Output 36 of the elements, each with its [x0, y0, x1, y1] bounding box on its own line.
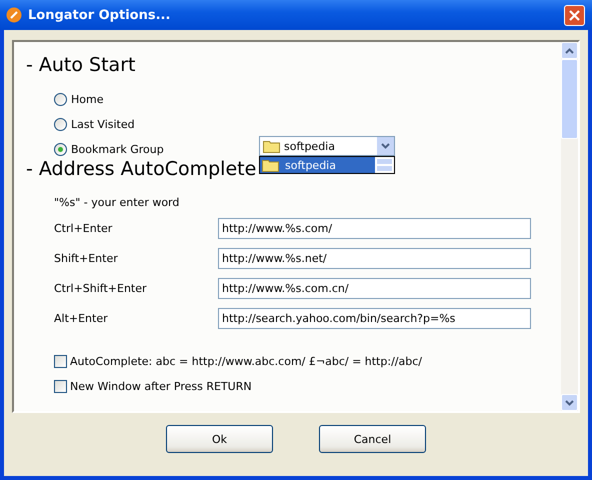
dialog-button[interactable]: Ok	[166, 425, 273, 453]
shortcut-label: Shift+Enter	[54, 252, 119, 264]
radio-label: Home	[71, 93, 104, 106]
checkbox-label: New Window after Press RETURN	[70, 380, 252, 393]
dropdown-item[interactable]: softpedia	[260, 157, 375, 173]
scroll-up-icon[interactable]	[561, 42, 578, 59]
url-template-field[interactable]: http://search.yahoo.com/bin/search?p=%s	[218, 308, 531, 328]
section-heading: - Address AutoComplete	[26, 158, 256, 180]
scroll-down-icon[interactable]	[561, 394, 578, 411]
hint-text: "%s" - your enter word	[54, 196, 180, 209]
checkbox[interactable]	[54, 380, 67, 393]
url-template-field[interactable]: http://www.%s.net/	[218, 248, 531, 268]
shortcut-label: Alt+Enter	[54, 312, 109, 324]
close-icon[interactable]	[569, 10, 580, 20]
checkbox[interactable]	[54, 355, 67, 368]
close-button[interactable]	[564, 4, 585, 26]
dropdown-value: softpedia	[284, 140, 336, 152]
scroll-thumb[interactable]	[561, 59, 578, 139]
window-title: Longator Options...	[28, 8, 172, 22]
app-icon	[6, 7, 22, 23]
url-template-field[interactable]: http://www.%s.com.cn/	[218, 278, 531, 298]
radio-label: Bookmark Group	[71, 143, 164, 156]
radio-label: Last Visited	[71, 118, 135, 131]
radio-button[interactable]	[54, 93, 67, 106]
checkbox-label: AutoComplete: abc = http://www.abc.com/ £¬abc/ = http://abc/	[70, 355, 422, 368]
scrollbar[interactable]	[561, 42, 578, 411]
radio-button[interactable]	[54, 143, 67, 156]
folder-icon	[262, 158, 279, 172]
shortcut-label: Ctrl+Enter	[54, 222, 114, 234]
dialog-button[interactable]: Cancel	[319, 425, 426, 453]
url-template-field[interactable]: http://www.%s.com/	[218, 218, 531, 238]
section-heading: - Auto Start	[26, 54, 136, 76]
radio-button[interactable]	[54, 118, 67, 131]
folder-icon	[263, 140, 280, 152]
shortcut-label: Ctrl+Shift+Enter	[54, 282, 148, 294]
group-dropdown[interactable]: softpedia	[259, 136, 395, 156]
